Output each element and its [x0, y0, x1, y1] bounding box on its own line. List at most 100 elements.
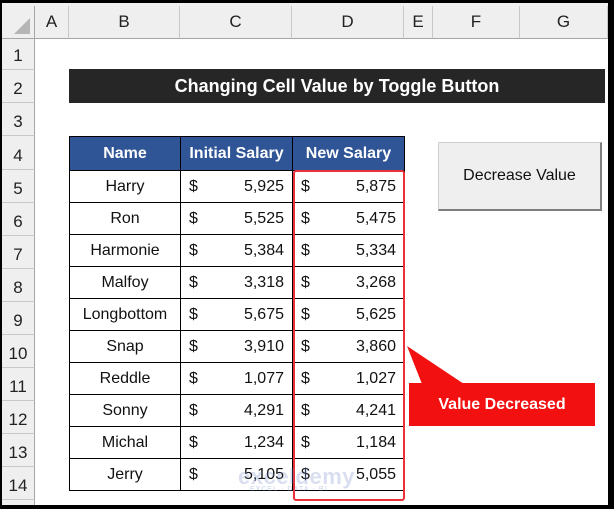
initial-salary-value: 5,525 [243, 209, 284, 227]
column-header-e[interactable]: E [404, 6, 433, 39]
currency-symbol: $ [189, 401, 198, 419]
table-row: Ron $5,525 $5,475 [69, 202, 405, 235]
row-header-14[interactable]: 14 [2, 467, 35, 500]
cell-name[interactable]: Snap [69, 330, 181, 363]
row-header-4[interactable]: 4 [2, 136, 35, 170]
row-header-7[interactable]: 7 [2, 236, 35, 269]
cell-initial-salary[interactable]: $5,384 [180, 234, 293, 267]
salary-table: Name Initial Salary New Salary Harry $5,9… [69, 136, 405, 491]
table-row: Sonny $4,291 $4,241 [69, 394, 405, 427]
cell-new-salary[interactable]: $1,184 [292, 426, 405, 459]
initial-salary-value: 5,675 [243, 305, 284, 323]
cell-new-salary[interactable]: $3,268 [292, 266, 405, 299]
initial-salary-value: 1,077 [243, 369, 284, 387]
column-header-d[interactable]: D [292, 6, 404, 39]
cell-initial-salary[interactable]: $5,675 [180, 298, 293, 331]
new-salary-value: 1,184 [355, 433, 396, 451]
row-header-15[interactable] [2, 500, 35, 505]
column-header-a[interactable]: A [35, 6, 69, 39]
row-header-1[interactable]: 1 [2, 39, 35, 70]
cell-new-salary[interactable]: $1,027 [292, 362, 405, 395]
initial-salary-value: 5,384 [243, 241, 284, 259]
row-header-13[interactable]: 13 [2, 434, 35, 467]
cell-new-salary[interactable]: $5,334 [292, 234, 405, 267]
select-all-corner[interactable] [2, 6, 35, 39]
decrease-value-toggle-button[interactable]: Decrease Value [438, 142, 602, 211]
column-header-c[interactable]: C [180, 6, 292, 39]
header-new-salary[interactable]: New Salary [292, 136, 405, 171]
currency-symbol: $ [301, 401, 310, 419]
new-salary-value: 4,241 [355, 401, 396, 419]
new-salary-value: 5,334 [355, 241, 396, 259]
column-header-f[interactable]: F [433, 6, 520, 39]
cell-name[interactable]: Ron [69, 202, 181, 235]
cell-name[interactable]: Malfoy [69, 266, 181, 299]
spreadsheet-window: A B C D E F G 1 2 3 4 5 6 7 8 9 10 11 12… [2, 3, 608, 505]
row-header-10[interactable]: 10 [2, 335, 35, 368]
row-header-2[interactable]: 2 [2, 70, 35, 103]
cell-initial-salary[interactable]: $1,077 [180, 362, 293, 395]
currency-symbol: $ [189, 465, 198, 483]
cell-name[interactable]: Reddle [69, 362, 181, 395]
cell-new-salary[interactable]: $5,875 [292, 170, 405, 203]
column-header-b[interactable]: B [69, 6, 180, 39]
row-header-8[interactable]: 8 [2, 269, 35, 302]
cell-initial-salary[interactable]: $4,291 [180, 394, 293, 427]
cell-name[interactable]: Michal [69, 426, 181, 459]
table-row: Michal $1,234 $1,184 [69, 426, 405, 459]
currency-symbol: $ [189, 177, 198, 195]
select-all-triangle-icon [14, 18, 30, 34]
currency-symbol: $ [189, 273, 198, 291]
cell-name[interactable]: Harmonie [69, 234, 181, 267]
cell-new-salary[interactable]: $4,241 [292, 394, 405, 427]
row-header-5[interactable]: 5 [2, 170, 35, 203]
cell-new-salary[interactable]: $5,625 [292, 298, 405, 331]
cell-initial-salary[interactable]: $3,318 [180, 266, 293, 299]
currency-symbol: $ [189, 305, 198, 323]
currency-symbol: $ [301, 241, 310, 259]
callout-tail-shape [407, 346, 464, 384]
cell-initial-salary[interactable]: $5,525 [180, 202, 293, 235]
new-salary-value: 3,860 [355, 337, 396, 355]
currency-symbol: $ [301, 337, 310, 355]
initial-salary-value: 1,234 [243, 433, 284, 451]
table-row: Snap $3,910 $3,860 [69, 330, 405, 363]
header-initial-salary[interactable]: Initial Salary [180, 136, 293, 171]
initial-salary-value: 5,105 [243, 465, 284, 483]
currency-symbol: $ [301, 465, 310, 483]
column-header-g[interactable]: G [520, 6, 608, 39]
table-row: Jerry $5,105 $5,055 [69, 458, 405, 491]
cell-name[interactable]: Harry [69, 170, 181, 203]
cell-name[interactable]: Sonny [69, 394, 181, 427]
initial-salary-value: 5,925 [243, 177, 284, 195]
row-header-6[interactable]: 6 [2, 203, 35, 236]
cell-new-salary[interactable]: $5,475 [292, 202, 405, 235]
new-salary-value: 1,027 [355, 369, 396, 387]
cell-initial-salary[interactable]: $5,105 [180, 458, 293, 491]
cell-initial-salary[interactable]: $3,910 [180, 330, 293, 363]
row-header-11[interactable]: 11 [2, 368, 35, 401]
currency-symbol: $ [189, 209, 198, 227]
table-row: Reddle $1,077 $1,027 [69, 362, 405, 395]
new-salary-value: 3,268 [355, 273, 396, 291]
currency-symbol: $ [189, 241, 198, 259]
new-salary-value: 5,875 [355, 177, 396, 195]
cell-initial-salary[interactable]: $5,925 [180, 170, 293, 203]
cell-new-salary[interactable]: $5,055 [292, 458, 405, 491]
table-row: Longbottom $5,675 $5,625 [69, 298, 405, 331]
header-name[interactable]: Name [69, 136, 181, 171]
currency-symbol: $ [301, 369, 310, 387]
row-header-12[interactable]: 12 [2, 401, 35, 434]
cell-name[interactable]: Jerry [69, 458, 181, 491]
table-row: Harmonie $5,384 $5,334 [69, 234, 405, 267]
currency-symbol: $ [189, 369, 198, 387]
row-header-3[interactable]: 3 [2, 103, 35, 136]
cell-new-salary[interactable]: $3,860 [292, 330, 405, 363]
table-row: Malfoy $3,318 $3,268 [69, 266, 405, 299]
cell-initial-salary[interactable]: $1,234 [180, 426, 293, 459]
table-row: Harry $5,925 $5,875 [69, 170, 405, 203]
cell-name[interactable]: Longbottom [69, 298, 181, 331]
currency-symbol: $ [189, 337, 198, 355]
row-header-9[interactable]: 9 [2, 302, 35, 335]
initial-salary-value: 4,291 [243, 401, 284, 419]
